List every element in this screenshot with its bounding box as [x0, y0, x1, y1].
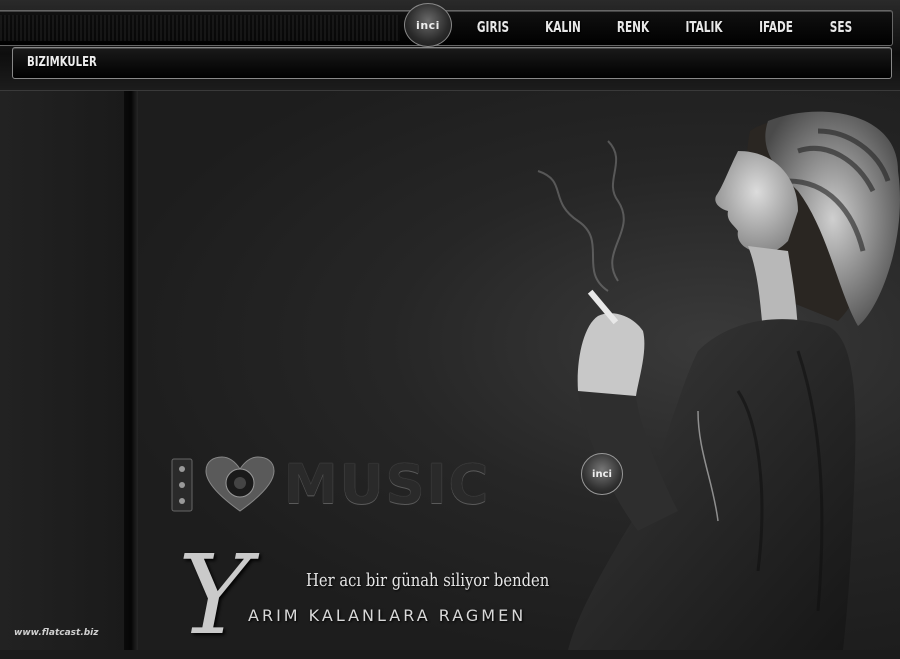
nav-italik[interactable]: ITALIK — [676, 10, 732, 44]
badge-text: inci — [592, 468, 612, 480]
nav-ses[interactable]: SES — [818, 10, 863, 44]
room-title: BIZIMKULER — [27, 55, 97, 70]
tagline-text: Her acı bir günah siliyor benden — [306, 570, 550, 591]
watermark-link[interactable]: www.flatcast.biz — [14, 628, 99, 638]
subtitle-text: ARIM KALANLARA RAGMEN — [248, 606, 527, 625]
nav-pattern — [0, 15, 400, 41]
decorative-letter-y: Y — [178, 531, 251, 659]
column-divider — [124, 91, 138, 650]
nav-renk[interactable]: RENK — [606, 10, 661, 44]
nav-giris[interactable]: GIRIS — [466, 10, 521, 44]
artwork-stage — [138, 91, 900, 650]
top-header: inci GIRIS KALIN RENK ITALIK IFADE SES B… — [0, 0, 900, 91]
left-column — [0, 91, 128, 650]
heart-speaker-icon — [205, 456, 275, 512]
letter-i-icon — [171, 458, 193, 512]
site-logo[interactable]: inci — [404, 3, 452, 47]
nav-ifade[interactable]: IFADE — [748, 10, 804, 44]
main-nav: GIRIS KALIN RENK ITALIK IFADE SES — [458, 10, 870, 44]
nav-kalin[interactable]: KALIN — [536, 10, 591, 44]
inci-badge: inci — [581, 453, 623, 495]
i-love-music-logo: MUSIC — [168, 455, 490, 515]
woman-portrait-image — [537, 111, 900, 650]
room-title-bar: BIZIMKULER — [12, 47, 892, 79]
music-heading: MUSIC — [284, 453, 491, 516]
logo-text: inci — [416, 18, 440, 32]
